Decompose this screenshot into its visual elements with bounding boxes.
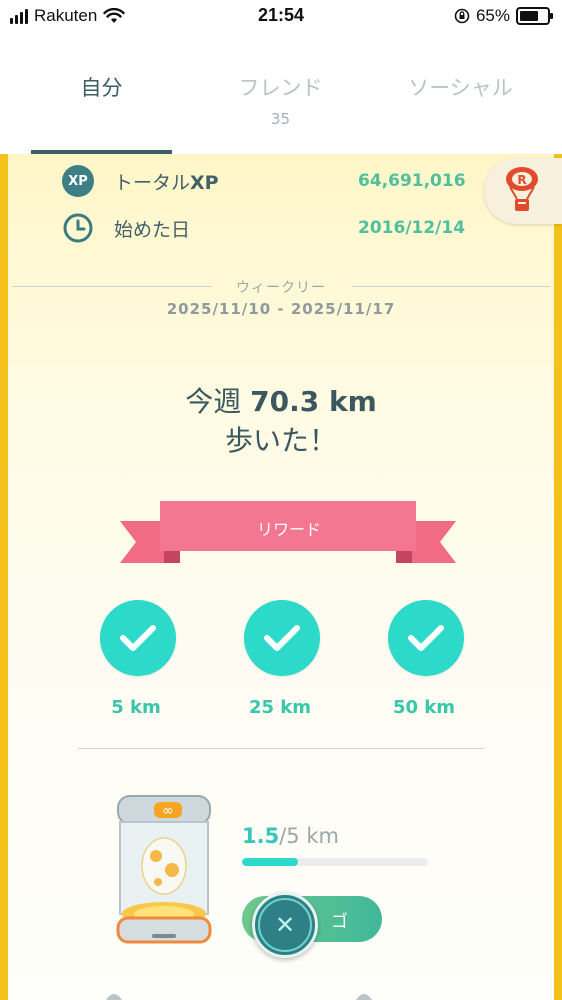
milestone-5km-label: 5 km [111, 697, 161, 718]
check-icon [120, 625, 156, 651]
start-date-row: 始めた日 2016/12/14 [62, 211, 482, 245]
weekly-distance-line: 今週 70.3 km [185, 385, 377, 418]
tab-social-label: ソーシャル [408, 76, 513, 100]
weekly-label: ウィークリー [236, 280, 326, 296]
status-bar: Rakuten 21:54 65% [0, 0, 562, 34]
tab-self-label: 自分 [80, 76, 123, 100]
tab-friends-label: フレンド [238, 76, 323, 100]
incubator-progress-text: 1.5/5 km [242, 824, 339, 848]
incubator-progress-bar [242, 858, 428, 866]
close-icon: ✕ [258, 898, 312, 952]
team-rocket-balloon-icon: R [506, 167, 538, 211]
incubator-progress-fill [242, 858, 298, 866]
rewards-title: リワード [256, 520, 321, 539]
close-button[interactable]: ✕ [252, 892, 318, 958]
check-icon [264, 625, 300, 651]
milestone-5km-check [100, 600, 176, 676]
friends-count: 35 [270, 110, 291, 128]
total-xp-value: 64,691,016 [358, 171, 466, 191]
check-icon [408, 625, 444, 651]
battery-percent: 65% [475, 6, 510, 25]
svg-text:∞: ∞ [162, 803, 174, 819]
egg-button-label: ゴ [331, 911, 348, 932]
milestone-25km-label: 25 km [248, 697, 312, 718]
orientation-lock-icon [454, 8, 470, 24]
profile-card: XP トータルXP 64,691,016 始めた日 2016/12/14 R ウ… [0, 154, 562, 1000]
team-rocket-balloon-button[interactable]: R [484, 158, 562, 224]
section-divider [78, 748, 484, 749]
milestone-50km-check [388, 600, 464, 676]
clock-icon [63, 213, 93, 243]
total-xp-row: XP トータルXP 64,691,016 [62, 164, 482, 198]
milestone-25km-check [244, 600, 320, 676]
weekly-walked-text: 歩いた！ [224, 424, 337, 457]
tab-social[interactable]: ソーシャル [390, 72, 531, 102]
bottom-partial-icon-left [106, 994, 122, 1000]
xp-icon: XP [62, 165, 94, 197]
milestone-50km-label: 50 km [392, 697, 456, 718]
status-right: 65% [454, 6, 553, 26]
start-date-value: 2016/12/14 [358, 218, 466, 238]
profile-tabs: 自分 フレンド 35 ソーシャル [0, 34, 562, 154]
egg-incubator-image: ∞ [116, 795, 212, 944]
bottom-partial-icon-right [356, 994, 372, 1000]
battery-icon [516, 7, 553, 25]
tab-friends[interactable]: フレンド 35 [210, 72, 351, 128]
weekly-date-range: 2025/11/10 - 2025/11/17 [166, 300, 396, 318]
svg-text:R: R [517, 173, 526, 187]
tab-self[interactable]: 自分 [31, 72, 172, 102]
